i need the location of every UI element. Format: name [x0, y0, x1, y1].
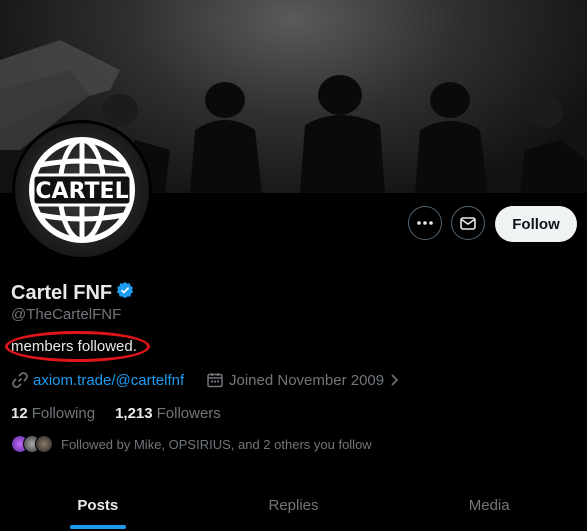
svg-text:CARTEL: CARTEL [35, 179, 128, 204]
tab-posts[interactable]: Posts [0, 480, 196, 531]
envelope-icon [460, 217, 476, 230]
tab-media-label: Media [468, 497, 510, 514]
profile-tabs: Posts Replies Media [0, 480, 587, 531]
more-icon [417, 221, 433, 225]
profile-bio: members followed. [11, 338, 137, 355]
follow-button[interactable]: Follow [495, 206, 577, 242]
profile-link[interactable]: axiom.trade/@cartelfnf [11, 371, 184, 389]
link-icon [12, 372, 28, 388]
tab-replies-label: Replies [268, 497, 319, 514]
display-name: Cartel FNF [11, 281, 113, 304]
following-link[interactable]: 12 Following [11, 405, 95, 422]
tab-replies[interactable]: Replies [196, 480, 392, 531]
followers-label: Followers [156, 405, 221, 422]
cartel-logo: CARTEL [29, 137, 135, 243]
calendar-icon [207, 373, 223, 388]
joined-text: Joined November 2009 [229, 371, 385, 389]
joined-date[interactable]: Joined November 2009 [206, 371, 402, 389]
follower-avatar [35, 435, 53, 453]
tab-media[interactable]: Media [391, 480, 587, 531]
profile-name: Cartel FNF [11, 281, 134, 305]
followers-count: 1,213 [115, 405, 153, 422]
avatar[interactable]: CARTEL [12, 120, 152, 260]
link-text[interactable]: axiom.trade/@cartelfnf [33, 372, 184, 389]
following-count: 12 [11, 405, 28, 422]
message-button[interactable] [451, 206, 485, 240]
followers-link[interactable]: 1,213 Followers [115, 405, 221, 422]
more-button[interactable] [408, 206, 442, 240]
chevron-right-icon [391, 374, 399, 386]
tab-posts-label: Posts [77, 497, 119, 514]
tab-active-indicator [69, 525, 126, 529]
verified-badge-icon[interactable] [116, 281, 134, 305]
followed-by[interactable]: Followed by Mike, OPSIRIUS, and 2 others… [11, 435, 372, 453]
following-label: Following [31, 405, 96, 422]
followed-by-text: Followed by Mike, OPSIRIUS, and 2 others… [61, 436, 372, 452]
profile-handle: @TheCartelFNF [11, 306, 122, 323]
follow-counts: 12 Following 1,213 Followers [11, 405, 221, 422]
